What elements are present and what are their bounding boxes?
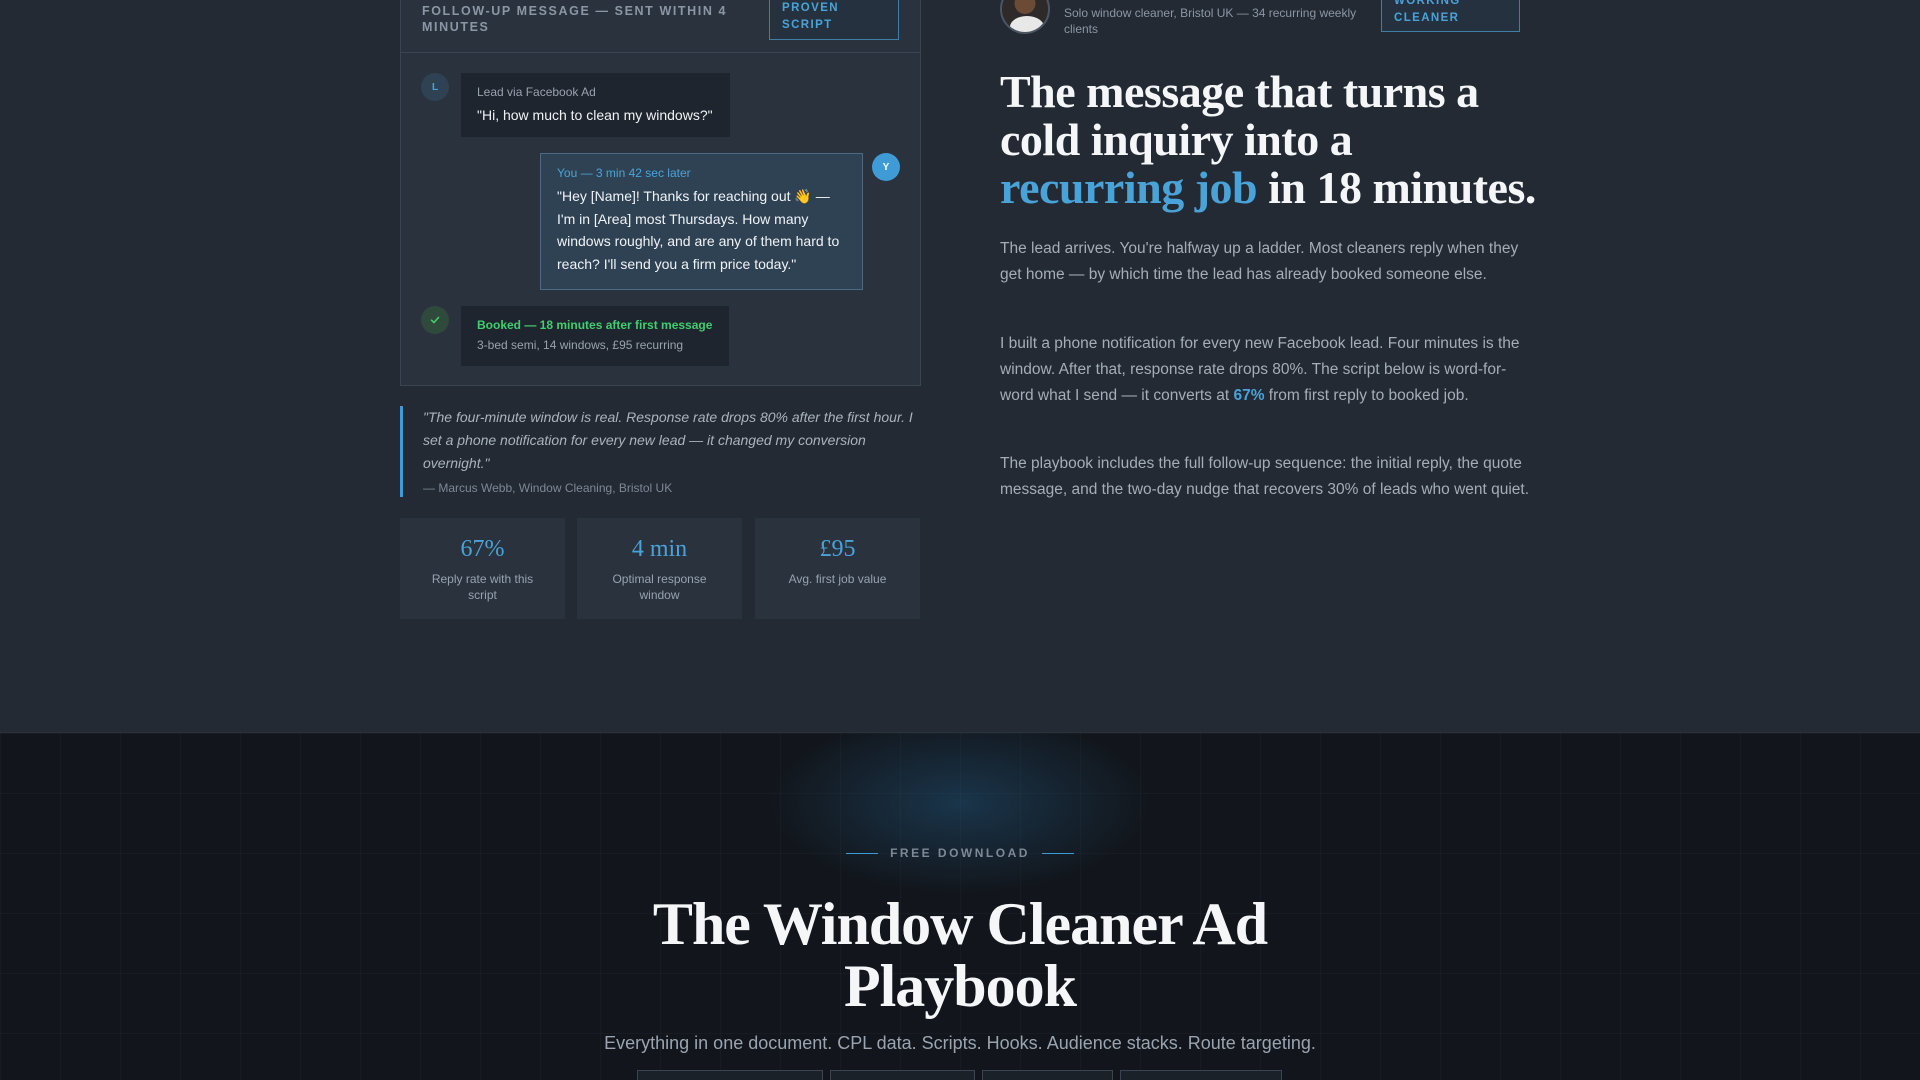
booked-details: 3-bed semi, 14 windows, £95 recurring — [477, 338, 684, 352]
stat-value: £95 — [819, 536, 856, 562]
proven-script-badge: PROVEN SCRIPT — [769, 0, 899, 40]
stat-label: Avg. first job value — [788, 572, 887, 586]
stat-value: 67% — [460, 536, 505, 562]
feature-pills — [0, 1070, 1920, 1080]
working-cleaner-badge: WORKING CLEANER — [1381, 0, 1520, 32]
booked-title: Booked — 18 minutes after first message — [477, 318, 713, 332]
lead-message-bubble: Lead via Facebook Ad "Hi, how much to cl… — [461, 73, 730, 137]
feature-pill[interactable] — [982, 1070, 1113, 1080]
check-icon — [421, 306, 449, 334]
reply-message-meta: You — 3 min 42 sec later — [557, 166, 691, 180]
author-avatar — [1000, 0, 1050, 34]
quote-author: — Marcus Webb, Window Cleaning, Bristol … — [423, 481, 673, 495]
lead-message-text: "Hi, how much to clean my windows?" — [477, 107, 713, 123]
page-headline: The message that turns a cold inquiry in… — [1000, 68, 1540, 212]
feature-pill[interactable] — [1120, 1070, 1282, 1080]
paragraph-2-text-after: from first reply to booked job. — [1264, 387, 1469, 404]
feature-pill[interactable] — [637, 1070, 823, 1080]
download-eyebrow: FREE DOWNLOAD — [0, 846, 1920, 860]
lead-avatar: L — [421, 73, 449, 101]
conversion-rate-highlight: 67% — [1233, 387, 1265, 404]
lead-message-meta: Lead via Facebook Ad — [477, 85, 596, 99]
feature-pill[interactable] — [830, 1070, 975, 1080]
stat-value: 4 min — [631, 536, 688, 562]
quote-text: "The four-minute window is real. Respons… — [423, 409, 913, 471]
playbook-title: The Window Cleaner Ad Playbook — [652, 891, 1268, 1019]
eyebrow-line-right — [1041, 853, 1074, 855]
headline-part-2: in 18 minutes. — [1257, 162, 1536, 213]
headline-part-1: The message that turns a cold inquiry in… — [1000, 66, 1479, 165]
chat-card: FOLLOW-UP MESSAGE — SENT WITHIN 4 MINUTE… — [400, 0, 921, 386]
author-subtitle: Solo window cleaner, Bristol UK — 34 rec… — [1064, 6, 1357, 36]
stat-card-job-value: £95 Avg. first job value — [755, 518, 920, 619]
top-section: FOLLOW-UP MESSAGE — SENT WITHIN 4 MINUTE… — [0, 0, 1920, 732]
reply-message-text: "Hey [Name]! Thanks for reaching out 👋 —… — [557, 188, 840, 272]
chat-header: FOLLOW-UP MESSAGE — SENT WITHIN 4 MINUTE… — [401, 0, 920, 53]
intro-paragraph-2: I built a phone notification for every n… — [1000, 331, 1530, 409]
download-section: FREE DOWNLOAD The Window Cleaner Ad Play… — [0, 732, 1920, 1080]
stat-label: Reply rate with this script — [431, 572, 534, 602]
check-icon-glyph — [430, 316, 440, 324]
playbook-subtitle: Everything in one document. CPL data. Sc… — [604, 1033, 1316, 1053]
booked-status-bubble: Booked — 18 minutes after first message … — [461, 306, 729, 366]
stat-label: Optimal response window — [612, 572, 707, 602]
eyebrow-line-left — [846, 853, 879, 855]
intro-paragraph-1: The lead arrives. You're halfway up a la… — [1000, 240, 1519, 283]
you-avatar: Y — [872, 153, 900, 181]
intro-paragraph-3: The playbook includes the full follow-up… — [1000, 455, 1530, 498]
testimonial-quote: "The four-minute window is real. Respons… — [400, 406, 921, 497]
headline-highlight: recurring job — [1000, 162, 1258, 213]
stat-card-response-window: 4 min Optimal response window — [577, 518, 742, 619]
chat-header-title: FOLLOW-UP MESSAGE — SENT WITHIN 4 MINUTE… — [422, 4, 728, 34]
stat-card-reply-rate: 67% Reply rate with this script — [400, 518, 565, 619]
eyebrow-text: FREE DOWNLOAD — [890, 846, 1030, 860]
reply-message-bubble: You — 3 min 42 sec later "Hey [Name]! Th… — [540, 153, 863, 290]
